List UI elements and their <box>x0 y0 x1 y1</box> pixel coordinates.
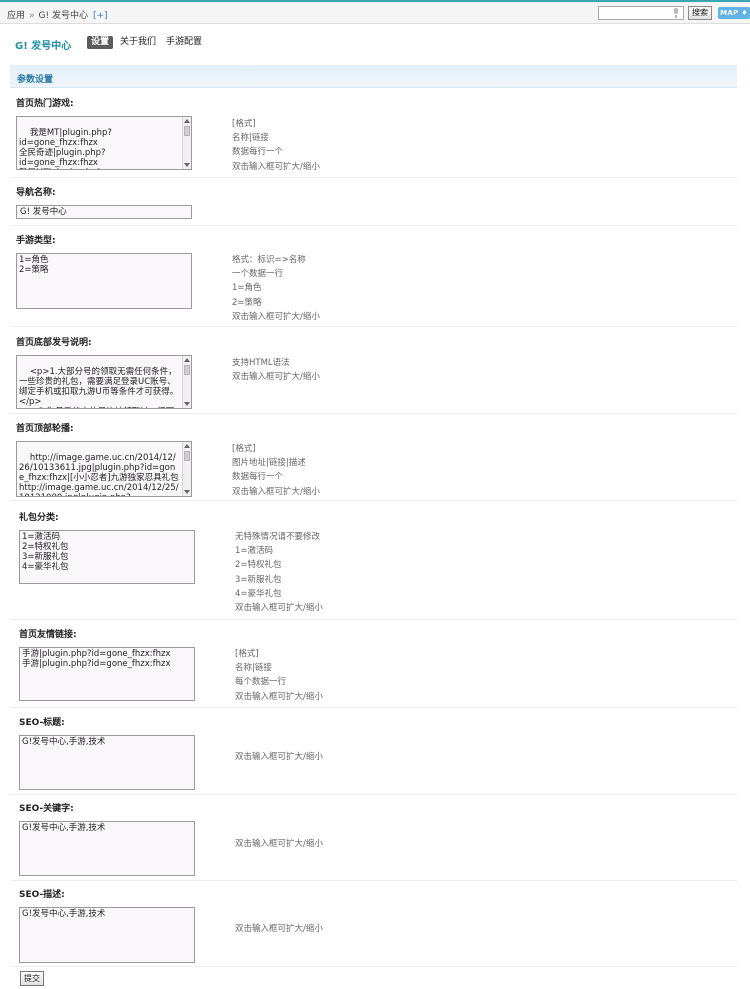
setting-hint: [格式] 名称|链接 每个数据一行 双击输入框可扩大/缩小 <box>235 647 323 704</box>
footer-notice-textarea[interactable]: <p>1.大部分号的领取无需任何条件，一些珍贵的礼包，需要满足登录UC账号、绑定… <box>16 355 192 409</box>
tab-game-config[interactable]: 手游配置 <box>166 36 202 49</box>
hint-line: 图片地址|链接|描述 <box>232 458 306 469</box>
hot-games-textarea[interactable]: 我是MT|plugin.php? id=gone_fhzx:fhzx 全民奇迹|… <box>16 116 192 170</box>
microphone-icon[interactable] <box>673 8 679 18</box>
textarea-scrollbar[interactable] <box>182 117 191 169</box>
hot-games-value: 我是MT|plugin.php? id=gone_fhzx:fhzx 全民奇迹|… <box>19 128 112 169</box>
setting-label: SEO-标题: <box>19 718 65 728</box>
hint-line: 双击输入框可扩大/缩小 <box>232 486 320 497</box>
scroll-thumb[interactable] <box>184 365 190 375</box>
gift-types-textarea[interactable]: 1=激活码 2=特权礼包 3=新服礼包 4=豪华礼包 <box>19 530 195 584</box>
hint-line: 名称|链接 <box>235 663 272 674</box>
scroll-down-arrow-icon[interactable] <box>184 490 190 494</box>
textarea-scrollbar[interactable] <box>182 356 191 408</box>
seo-keywords-textarea[interactable]: G!发号中心,手游,技术 <box>19 821 195 876</box>
setting-hint: [格式] 名称|链接 数据每行一个 双击输入框可扩大/缩小 <box>232 117 320 174</box>
divider <box>10 177 737 178</box>
hint-line: 4=豪华礼包 <box>235 588 282 599</box>
hint-line: 2=特权礼包 <box>235 560 282 571</box>
setting-hint: 支持HTML语法 双击输入框可扩大/缩小 <box>232 356 320 384</box>
scroll-up-arrow-icon[interactable] <box>184 119 190 123</box>
hint-line: 数据每行一个 <box>232 472 284 483</box>
divider <box>10 707 737 708</box>
breadcrumb-app[interactable]: 应用 <box>7 11 25 21</box>
hint-line: 格式：标识=>名称 <box>232 255 306 265</box>
section-header: 参数设置 <box>10 65 737 88</box>
hint-line: 2=策略 <box>232 297 262 308</box>
hint-line: [格式] <box>235 649 259 659</box>
add-shortcut-link[interactable]: [+] <box>93 11 108 21</box>
hint-line: 双击输入框可扩大/缩小 <box>235 691 323 702</box>
seo-description-textarea[interactable]: G!发号中心,手游,技术 <box>19 907 195 963</box>
scroll-thumb[interactable] <box>184 126 190 136</box>
divider <box>10 500 737 501</box>
hint-line: 无特殊情况请不要修改 <box>235 532 321 542</box>
divider <box>10 225 737 226</box>
scroll-down-arrow-icon[interactable] <box>184 402 190 406</box>
setting-hint: 格式：标识=>名称 一个数据一行 1=角色 2=策略 双击输入框可扩大/缩小 <box>232 253 320 324</box>
setting-label: 礼包分类: <box>19 513 59 523</box>
section-title: 参数设置 <box>17 75 54 85</box>
breadcrumb: 应用 » G! 发号中心 [+] <box>7 8 108 21</box>
hint-line: [格式] <box>232 444 256 454</box>
tab-about[interactable]: 关于我们 <box>120 36 156 49</box>
top-bar: 应用 » G! 发号中心 [+] 搜索 MAP ♦ <box>0 0 750 24</box>
submit-button[interactable]: 提交 <box>20 971 44 986</box>
hint-line: 3=新服礼包 <box>235 574 282 585</box>
setting-hint: 双击输入框可扩大/缩小 <box>235 750 323 764</box>
divider <box>10 619 737 620</box>
hint-line: 双击输入框可扩大/缩小 <box>235 603 323 614</box>
hint-line: 1=角色 <box>232 283 262 294</box>
divider <box>10 966 737 967</box>
carousel-textarea[interactable]: http://image.game.uc.cn/2014/12/26/10133… <box>16 441 192 497</box>
setting-hint: 双击输入框可扩大/缩小 <box>235 922 323 936</box>
setting-label: 手游类型: <box>16 236 56 246</box>
scroll-up-arrow-icon[interactable] <box>184 444 190 448</box>
setting-label: 首页热门游戏: <box>16 99 74 109</box>
friend-links-textarea[interactable]: 手游|plugin.php?id=gone_fhzx:fhzx 手游|plugi… <box>19 647 195 701</box>
hint-line: 双击输入框可扩大/缩小 <box>235 752 323 762</box>
hint-line: 每个数据一行 <box>235 677 287 688</box>
divider <box>10 794 737 795</box>
setting-label: 首页底部发号说明: <box>16 338 92 348</box>
carousel-value: http://image.game.uc.cn/2014/12/26/10133… <box>19 453 179 496</box>
seo-title-textarea[interactable]: G!发号中心,手游,技术 <box>19 735 195 790</box>
divider <box>10 413 737 414</box>
hint-line: 双击输入框可扩大/缩小 <box>232 372 320 383</box>
setting-label: SEO-描述: <box>19 890 65 900</box>
setting-label: SEO-关键字: <box>19 804 74 814</box>
setting-label: 首页顶部轮播: <box>16 424 74 434</box>
hint-line: 1=激活码 <box>235 546 274 557</box>
scroll-down-arrow-icon[interactable] <box>184 163 190 167</box>
setting-label: 首页友情链接: <box>19 630 77 640</box>
scroll-thumb[interactable] <box>184 451 190 461</box>
breadcrumb-plugin[interactable]: G! 发号中心 <box>39 11 88 21</box>
setting-hint: 无特殊情况请不要修改 1=激活码 2=特权礼包 3=新服礼包 4=豪华礼包 双击… <box>235 530 323 615</box>
hint-line: 名称|链接 <box>232 133 269 144</box>
divider <box>10 326 737 327</box>
setting-label: 导航名称: <box>16 188 56 198</box>
hint-line: 双击输入框可扩大/缩小 <box>232 161 320 172</box>
search-button[interactable]: 搜索 <box>688 6 712 20</box>
search-input[interactable] <box>598 6 684 20</box>
hint-line: 双击输入框可扩大/缩小 <box>235 924 323 934</box>
hint-line: 支持HTML语法 <box>232 358 290 368</box>
tab-settings[interactable]: 设置 <box>87 36 114 49</box>
divider <box>10 880 737 881</box>
breadcrumb-separator: » <box>29 11 35 21</box>
map-button[interactable]: MAP ♦ <box>718 7 750 19</box>
scroll-up-arrow-icon[interactable] <box>184 358 190 362</box>
hint-line: 双击输入框可扩大/缩小 <box>232 311 320 322</box>
footer-notice-value: <p>1.大部分号的领取无需任何条件，一些珍贵的礼包，需要满足登录UC账号、绑定… <box>19 367 179 408</box>
game-types-textarea[interactable]: 1=角色 2=策略 <box>16 253 192 309</box>
page-title: G! 发号中心 <box>15 41 72 52</box>
hint-line: 数据每行一个 <box>232 147 284 158</box>
nav-name-input[interactable]: G! 发号中心 <box>16 205 192 219</box>
hint-line: [格式] <box>232 119 256 129</box>
setting-hint: 双击输入框可扩大/缩小 <box>235 837 323 851</box>
hint-line: 一个数据一行 <box>232 269 284 280</box>
textarea-scrollbar[interactable] <box>182 442 191 496</box>
setting-hint: [格式] 图片地址|链接|描述 数据每行一个 双击输入框可扩大/缩小 <box>232 442 320 499</box>
hint-line: 双击输入框可扩大/缩小 <box>235 839 323 849</box>
